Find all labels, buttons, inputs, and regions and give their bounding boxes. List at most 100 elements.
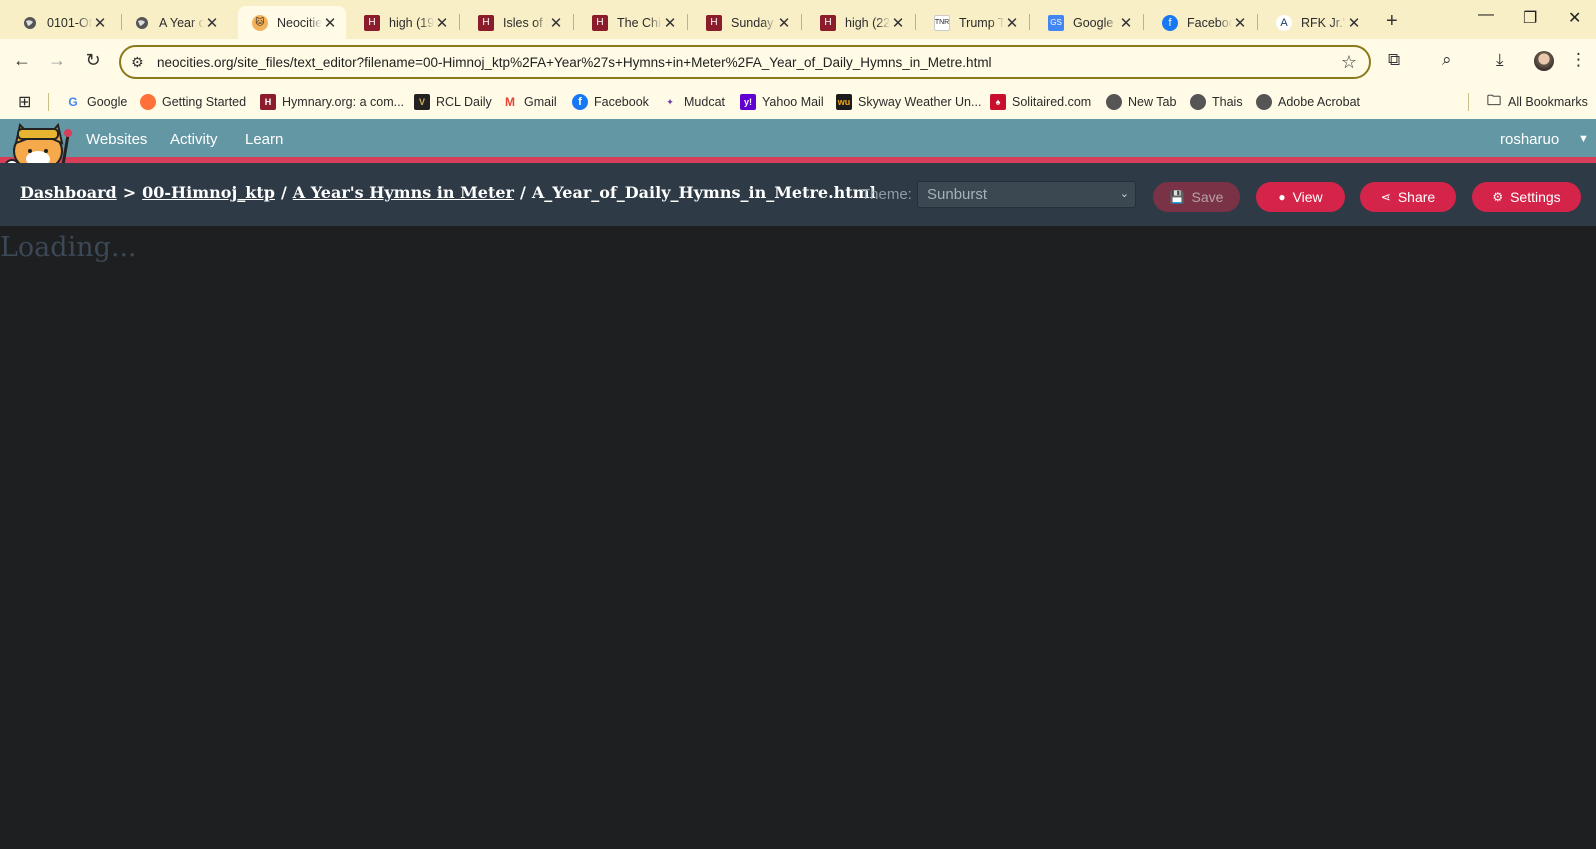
extensions-icon[interactable]: ⧉: [1388, 50, 1400, 70]
tab-title: A Year o: [159, 15, 204, 30]
close-icon[interactable]: ✕: [776, 14, 792, 32]
browser-tab[interactable]: H The Chil ✕: [578, 6, 686, 39]
browser-tab[interactable]: GS Google ✕: [1034, 6, 1142, 39]
bookmark-adobe-acrobat[interactable]: Adobe Acrobat: [1256, 94, 1360, 110]
tab-title: The Chil: [617, 15, 662, 30]
nav-activity[interactable]: Activity: [170, 131, 218, 148]
google-sheets-icon: GS: [1048, 14, 1064, 31]
download-icon[interactable]: ⤓: [1496, 50, 1504, 70]
profile-avatar[interactable]: [1534, 51, 1554, 71]
nav-websites[interactable]: Websites: [86, 131, 147, 148]
browser-tab[interactable]: H high (22 ✕: [806, 6, 914, 39]
site-info-icon[interactable]: ⚙: [131, 54, 144, 71]
bookmark-solitaired[interactable]: ♠ Solitaired.com: [990, 94, 1091, 110]
menu-kebab-icon[interactable]: ⋮: [1570, 50, 1587, 70]
share-icon: ⋖: [1380, 190, 1391, 204]
bookmark-getting-started[interactable]: Getting Started: [140, 94, 246, 110]
bookmark-skyway-weather[interactable]: wu Skyway Weather Un...: [836, 94, 981, 110]
close-icon[interactable]: ✕: [662, 14, 678, 32]
close-window-icon[interactable]: ✕: [1568, 8, 1581, 28]
bookmark-yahoo-mail[interactable]: y! Yahoo Mail: [740, 94, 824, 110]
url-text[interactable]: neocities.org/site_files/text_editor?fil…: [157, 55, 992, 70]
breadcrumb-dashboard[interactable]: Dashboard: [20, 183, 117, 202]
hymnary-icon: H: [592, 14, 608, 31]
tab-title: Trump T: [959, 15, 1004, 30]
tab-strip: 0101-Ot ✕ A Year o ✕ 🐱 Neocitie ✕ H high…: [0, 0, 1596, 39]
browser-tab[interactable]: H Isles of S ✕: [464, 6, 572, 39]
close-icon[interactable]: ✕: [92, 14, 108, 32]
breadcrumb-file: A_Year_of_Daily_Hymns_in_Metre.html: [531, 183, 876, 202]
folder-icon: 🗀: [1487, 92, 1501, 108]
wunderground-icon: wu: [836, 94, 852, 110]
breadcrumb-site[interactable]: 00-Himnoj_ktp: [142, 183, 275, 202]
tab-title: Faceboo: [1187, 15, 1232, 30]
restore-icon[interactable]: ❐: [1523, 8, 1537, 28]
globe-icon: ●: [1278, 190, 1286, 204]
theme-select[interactable]: Sunburst ⌄: [917, 181, 1136, 208]
user-menu[interactable]: rosharuo: [1500, 131, 1559, 148]
all-bookmarks[interactable]: 🗀 All Bookmarks: [1486, 92, 1588, 110]
address-bar[interactable]: ⚙ neocities.org/site_files/text_editor?f…: [119, 45, 1371, 79]
globe-icon: [1106, 94, 1122, 110]
tab-title: Google: [1073, 15, 1114, 30]
bookmark-thais[interactable]: Thais: [1190, 94, 1243, 110]
browser-tab[interactable]: A RFK Jr.'s ✕: [1262, 6, 1370, 39]
hymnary-icon: H: [820, 14, 836, 31]
view-button[interactable]: ● View: [1256, 182, 1345, 212]
bookmark-google[interactable]: G Google: [65, 94, 127, 110]
tnr-icon: TNR: [934, 14, 950, 31]
google-icon: G: [68, 95, 78, 109]
tab-title: high (19: [389, 15, 434, 30]
tab-title: Sunday: [731, 15, 774, 30]
browser-tab-active[interactable]: 🐱 Neocitie ✕: [238, 6, 346, 39]
reload-icon[interactable]: ↻: [81, 50, 105, 71]
browser-toolbar: ← → ↻ ⚙ neocities.org/site_files/text_ed…: [0, 39, 1596, 85]
close-icon[interactable]: ✕: [204, 14, 220, 32]
close-icon[interactable]: ✕: [890, 14, 906, 32]
bookmark-gmail[interactable]: M Gmail: [502, 94, 557, 110]
browser-tab[interactable]: A Year o ✕: [120, 6, 228, 39]
breadcrumb-folder[interactable]: A Year's Hymns in Meter: [293, 183, 514, 202]
chevron-down-icon[interactable]: ▼: [1578, 133, 1589, 145]
facebook-icon: f: [572, 94, 588, 110]
gear-icon: ⚙: [1492, 190, 1504, 204]
close-icon[interactable]: ✕: [1346, 14, 1362, 32]
tab-title: high (22: [845, 15, 890, 30]
browser-tab[interactable]: 0101-Ot ✕: [8, 6, 116, 39]
bookmark-new-tab[interactable]: New Tab: [1106, 94, 1176, 110]
yahoo-icon: y!: [740, 94, 756, 110]
browser-tab[interactable]: TNR Trump T ✕: [920, 6, 1028, 39]
firefox-icon: [140, 94, 156, 110]
new-tab-icon[interactable]: +: [1386, 10, 1398, 33]
forward-icon[interactable]: →: [45, 50, 69, 71]
close-icon[interactable]: ✕: [322, 14, 338, 32]
gmail-icon: M: [505, 95, 515, 109]
globe-icon: [1256, 94, 1272, 110]
close-icon[interactable]: ✕: [548, 14, 564, 32]
browser-tab[interactable]: f Faceboo ✕: [1148, 6, 1256, 39]
nav-learn[interactable]: Learn: [245, 131, 283, 148]
close-icon[interactable]: ✕: [434, 14, 450, 32]
minimize-icon[interactable]: —: [1478, 6, 1494, 24]
bookmark-star-icon[interactable]: ☆: [1341, 52, 1357, 73]
tab-title: Isles of S: [503, 15, 548, 30]
apps-grid-icon[interactable]: ⊞: [18, 92, 31, 112]
bookmark-rcl-daily[interactable]: V RCL Daily: [414, 94, 492, 110]
tab-title: RFK Jr.'s: [1301, 15, 1346, 30]
browser-tab[interactable]: H high (19 ✕: [350, 6, 458, 39]
theme-label: Theme:: [861, 186, 912, 203]
browser-tab[interactable]: H Sunday ✕: [692, 6, 800, 39]
save-button[interactable]: 💾 Save: [1153, 182, 1240, 212]
close-icon[interactable]: ✕: [1118, 14, 1134, 32]
close-icon[interactable]: ✕: [1232, 14, 1248, 32]
settings-button[interactable]: ⚙ Settings: [1472, 182, 1581, 212]
back-icon[interactable]: ←: [10, 50, 34, 71]
share-button[interactable]: ⋖ Share: [1360, 182, 1456, 212]
bookmark-facebook[interactable]: f Facebook: [572, 94, 649, 110]
bookmark-hymnary[interactable]: H Hymnary.org: a com...: [260, 94, 404, 110]
hymnary-icon: H: [478, 14, 494, 31]
bookmark-mudcat[interactable]: ✦ Mudcat: [662, 94, 725, 110]
tab-search-icon[interactable]: ⌕: [1442, 50, 1452, 70]
close-icon[interactable]: ✕: [1004, 14, 1020, 32]
vanderbilt-icon: V: [414, 94, 430, 110]
